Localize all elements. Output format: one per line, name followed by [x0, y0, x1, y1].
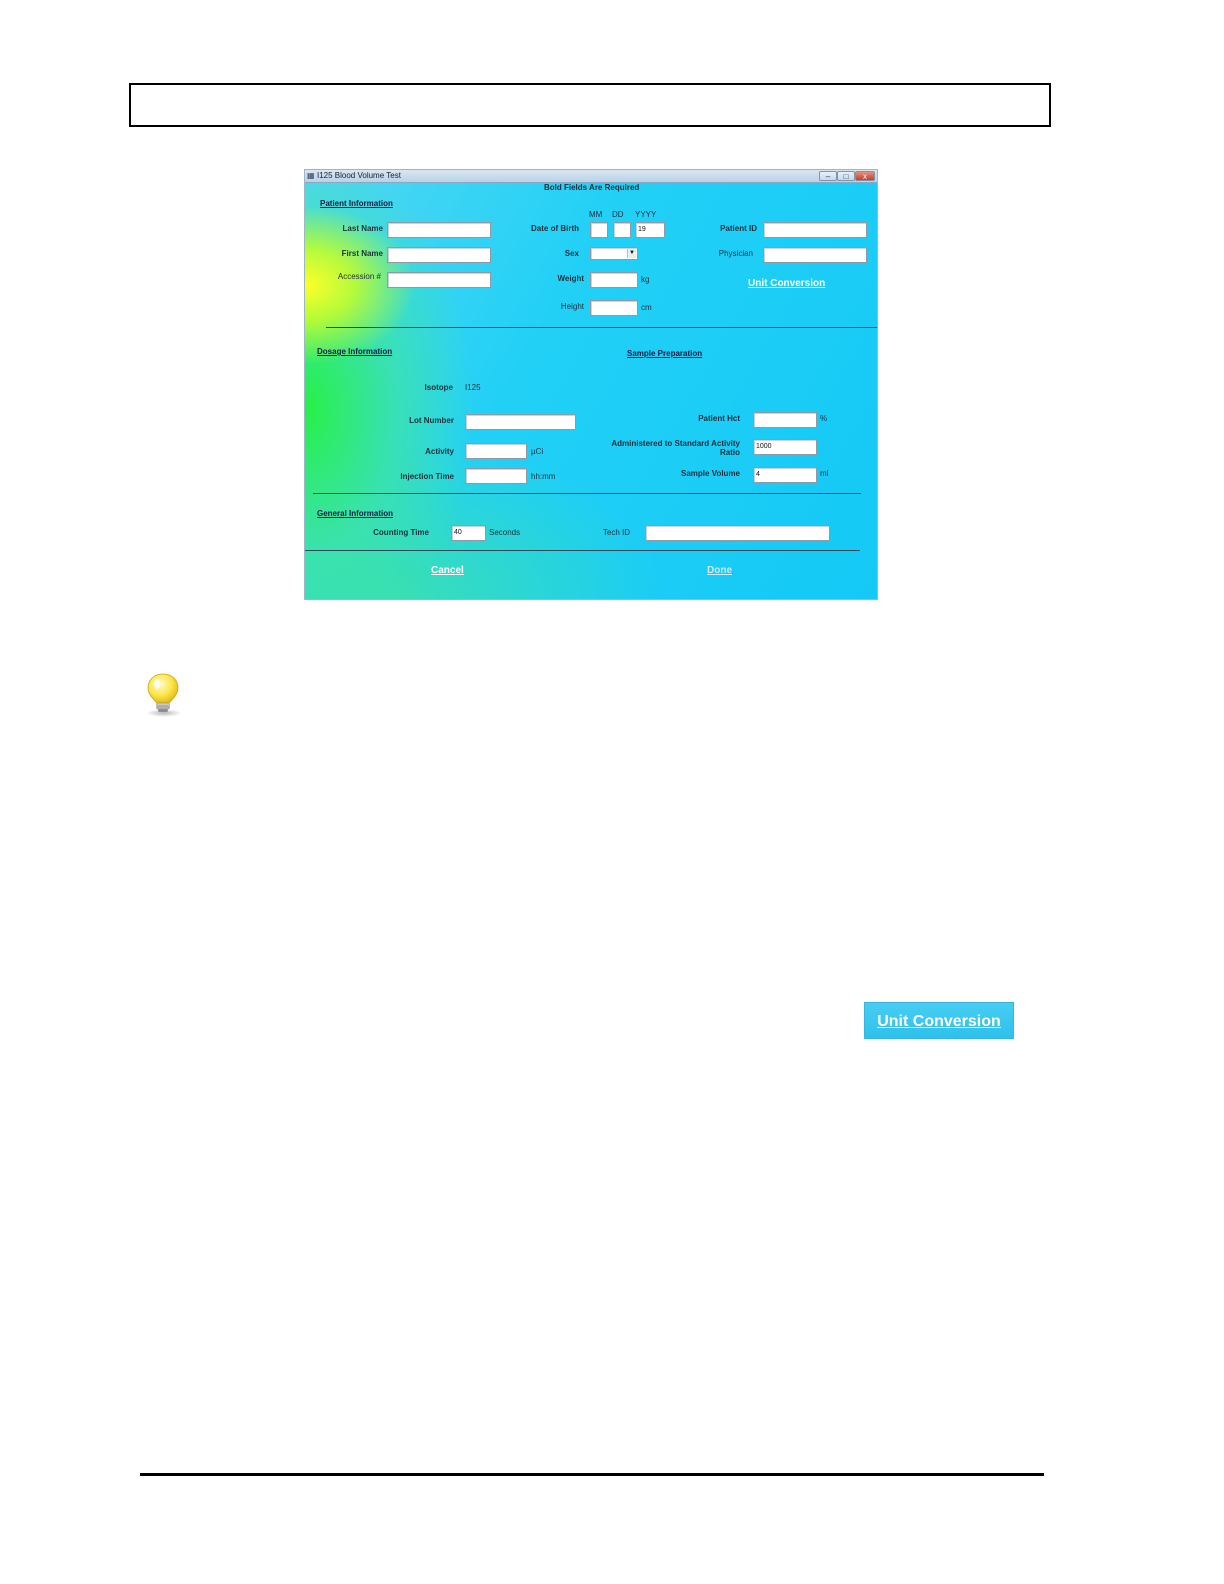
weight-unit: kg: [641, 275, 650, 284]
accession-input[interactable]: [387, 272, 491, 288]
last-name-input[interactable]: [387, 222, 491, 238]
page-footer-rule: [140, 1473, 1044, 1476]
last-name-label: Last Name: [342, 224, 383, 233]
patient-hct-label: Patient Hct: [698, 414, 740, 423]
close-button[interactable]: x: [855, 171, 875, 181]
window-title: I125 Blood Volume Test: [317, 171, 401, 180]
dosage-section-divider: [313, 493, 861, 494]
activity-unit: µCi: [531, 447, 544, 456]
dob-day-input[interactable]: [613, 222, 631, 238]
chevron-down-icon[interactable]: ▼: [627, 249, 636, 258]
page-header-box: [129, 83, 1051, 127]
dob-label: Date of Birth: [531, 224, 579, 233]
injection-time-label: Injection Time: [400, 472, 454, 481]
app-icon: ▦: [307, 171, 315, 180]
injection-time-unit: hh:mm: [531, 472, 556, 481]
patient-hct-input[interactable]: [753, 412, 817, 428]
required-note: Bold Fields Are Required: [544, 183, 640, 192]
accession-label: Accession #: [337, 272, 381, 281]
injection-time-input[interactable]: [465, 468, 527, 484]
dob-mm-label: MM: [589, 210, 603, 219]
patient-id-input[interactable]: [763, 222, 867, 238]
lot-number-label: Lot Number: [409, 416, 454, 425]
dob-month-input[interactable]: [590, 222, 608, 238]
general-section-title: General Information: [317, 509, 394, 518]
unit-conversion-button[interactable]: Unit Conversion: [748, 278, 825, 290]
done-button[interactable]: Done: [707, 565, 732, 577]
sample-volume-unit: ml: [820, 469, 829, 478]
sample-section-title: Sample Preparation: [627, 349, 703, 358]
counting-time-unit: Seconds: [489, 528, 521, 537]
patient-hct-unit: %: [820, 414, 828, 423]
tech-id-input[interactable]: [645, 525, 830, 541]
weight-label: Weight: [557, 274, 584, 283]
isotope-label: Isotope: [424, 383, 453, 392]
dob-yyyy-label: YYYY: [635, 210, 657, 219]
first-name-input[interactable]: [387, 247, 491, 263]
height-label: Height: [560, 302, 584, 311]
ratio-input[interactable]: 1000: [753, 439, 817, 455]
first-name-label: First Name: [341, 249, 383, 258]
dosage-section-title: Dosage Information: [317, 347, 393, 356]
dob-year-input[interactable]: 19: [635, 222, 665, 238]
maximize-button[interactable]: □: [837, 171, 855, 181]
general-section-divider: [305, 550, 860, 551]
sample-volume-label: Sample Volume: [681, 469, 740, 478]
physician-label: Physician: [718, 249, 753, 258]
counting-time-input[interactable]: 40: [451, 525, 486, 541]
counting-time-label: Counting Time: [373, 528, 429, 537]
blood-volume-test-window: ▦ I125 Blood Volume Test – □ x Bold Fiel…: [305, 170, 877, 599]
height-input[interactable]: [590, 300, 638, 316]
unit-conversion-button-callout[interactable]: Unit Conversion: [864, 1002, 1014, 1039]
tech-id-label: Tech ID: [602, 528, 630, 537]
sex-select[interactable]: ▼: [590, 247, 638, 260]
patient-id-label: Patient ID: [720, 224, 757, 233]
dob-dd-label: DD: [612, 210, 624, 219]
lot-number-input[interactable]: [465, 414, 576, 430]
minimize-button[interactable]: –: [819, 171, 837, 181]
physician-input[interactable]: [763, 247, 867, 263]
height-unit: cm: [641, 303, 652, 312]
weight-input[interactable]: [590, 272, 638, 288]
isotope-value: I125: [465, 383, 481, 392]
cancel-button[interactable]: Cancel: [431, 565, 464, 577]
window-titlebar: ▦ I125 Blood Volume Test – □ x: [305, 170, 877, 183]
sample-volume-input[interactable]: 4: [753, 467, 817, 483]
patient-section-title: Patient Information: [320, 199, 393, 208]
lightbulb-icon: [146, 673, 182, 717]
activity-input[interactable]: [465, 443, 527, 459]
sex-label: Sex: [564, 249, 579, 258]
ratio-label-line2: Ratio: [720, 448, 740, 457]
activity-label: Activity: [425, 447, 454, 456]
patient-section-divider: [326, 327, 877, 328]
